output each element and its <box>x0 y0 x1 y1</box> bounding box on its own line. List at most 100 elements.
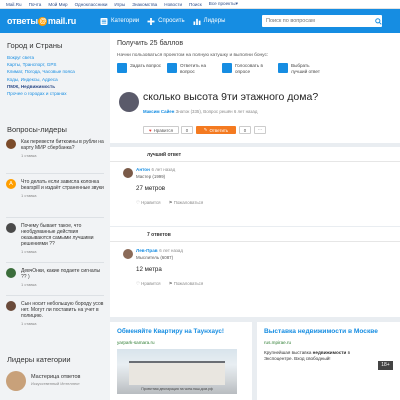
nav-link-search[interactable]: Поиск <box>189 2 202 7</box>
answers-card: 7 ответов Лев-Прав 6 лет назад Мыслитель… <box>110 227 400 317</box>
ad-disclaimer: Проектная декларация на www.наш.дом.рф <box>141 387 213 391</box>
question-card: Получить 25 баллов Начни пользоваться пр… <box>110 33 400 143</box>
nav-link-news[interactable]: Новости <box>164 2 182 7</box>
like-count: 0 <box>181 126 193 134</box>
logo-at-icon: @ <box>38 16 48 26</box>
promo-answer[interactable]: Ответить на вопрос <box>167 63 214 74</box>
author-avatar[interactable] <box>119 92 139 112</box>
ad-title[interactable]: Обменяйте Квартиру на Таунхаус! <box>117 328 224 335</box>
answer-actions: ♡ Нравится ⚑ Пожаловаться <box>136 200 203 206</box>
answer-actions: ♡ Нравится ⚑ Пожаловаться <box>136 281 203 287</box>
complain-link[interactable]: ⚑ Пожаловаться <box>169 281 204 287</box>
ad-url[interactable]: yarpark-samara.ru <box>117 340 155 345</box>
leader-question[interactable]: ДевчОнки, какие подаете сигналы ?? ) 1 ст… <box>6 268 106 287</box>
answer-avatar[interactable] <box>123 249 133 259</box>
answers-header: 7 ответов <box>147 232 171 238</box>
answer-icon <box>167 63 177 73</box>
best-answer-header: лучший ответ <box>147 152 182 158</box>
heart-icon: ♡ <box>136 281 140 286</box>
avatar <box>6 371 26 391</box>
best-answer-card: лучший ответ Антон 6 лет назад Мастер (1… <box>110 147 400 226</box>
heart-icon: ♥ <box>149 127 152 133</box>
nav-link-dating[interactable]: Знакомства <box>132 2 157 7</box>
checkmark-icon <box>278 63 288 73</box>
nav-link-games[interactable]: Игры <box>114 2 125 7</box>
city-links: Вокруг света Карты, Транспорт, GPS Клима… <box>0 54 75 97</box>
avatar <box>6 268 16 278</box>
leader-question[interactable]: Сын носит небольшую бороду усов нет. Мог… <box>6 301 106 326</box>
answer-avatar[interactable] <box>123 168 133 178</box>
complain-link[interactable]: ⚑ Пожаловаться <box>169 200 204 206</box>
divider <box>6 173 104 174</box>
sidebar-link-climate[interactable]: Климат, Погода, Часовые пояса <box>0 68 75 75</box>
header-bar: ответы @ mail.ru Категории Спросить Лидеры <box>0 9 400 33</box>
sidebar: Город и Страны Вокруг света Карты, Транс… <box>0 33 110 400</box>
leaders-button[interactable]: Лидеры <box>193 18 225 25</box>
answer-text: 12 метра <box>136 266 162 273</box>
avatar: А <box>6 179 16 189</box>
ad-url[interactable]: rus.mpirae.ru <box>264 340 291 345</box>
question-icon <box>117 63 127 73</box>
sidebar-link-codes[interactable]: Коды, Индексы, Адреса <box>0 76 75 83</box>
answer-rank: Мастер (1999) <box>136 174 166 179</box>
answer-author[interactable]: Лев-Прав <box>136 248 158 253</box>
main-content: Получить 25 баллов Начни пользоваться пр… <box>110 33 400 400</box>
like-link[interactable]: ♡ Нравится <box>136 200 161 206</box>
avatar <box>6 139 16 149</box>
more-icon: ⋯ <box>257 127 263 132</box>
promo-title: Получить 25 баллов <box>117 40 184 47</box>
promo-vote[interactable]: Голосовать в опросе <box>222 63 269 74</box>
nav-link-all-projects[interactable]: Все проекты▾ <box>209 1 238 7</box>
ad-expo[interactable]: Выставка недвижимости в Москве rus.mpira… <box>257 322 400 400</box>
flag-icon: ⚑ <box>168 200 173 205</box>
divider <box>6 262 104 263</box>
leader-question[interactable]: А Что делать если зависла колонка bearsp… <box>6 179 106 198</box>
like-button[interactable]: ♥ Нравится <box>143 126 179 134</box>
nav-link-mailru[interactable]: Mail.Ru <box>6 2 22 7</box>
leader-question[interactable]: Почему бывает такое, что необдуманные де… <box>6 223 106 254</box>
leader-questions-title: Вопросы-лидеры <box>7 125 67 134</box>
promo-ask[interactable]: Задать вопрос <box>117 63 164 73</box>
like-link[interactable]: ♡ Нравится <box>136 281 161 287</box>
search-button[interactable] <box>372 15 384 27</box>
search-input[interactable] <box>262 15 382 27</box>
more-button[interactable]: ⋯ <box>254 126 266 134</box>
sidebar-link-maps[interactable]: Карты, Транспорт, GPS <box>0 61 75 68</box>
answer-button[interactable]: ✎ Ответить <box>196 126 236 134</box>
chevron-down-icon: ▾ <box>235 1 238 6</box>
sidebar-link-other[interactable]: Прочее о городах и странах <box>0 90 75 97</box>
top-nav: Mail.Ru Почта Мой Мир Одноклассники Игры… <box>0 0 400 9</box>
sidebar-link-around-world[interactable]: Вокруг света <box>0 54 75 61</box>
ad-title[interactable]: Выставка недвижимости в Москве <box>264 328 378 335</box>
nav-link-myworld[interactable]: Мой Мир <box>48 2 67 7</box>
promo-best[interactable]: Выбрать лучший ответ <box>278 63 325 74</box>
ask-button[interactable]: Спросить <box>147 17 185 25</box>
question-author[interactable]: Максим Сайен <box>143 109 174 114</box>
logo[interactable]: ответы @ mail.ru <box>7 16 76 26</box>
sidebar-link-realty[interactable]: ПМЖ, Недвижимость <box>0 83 75 90</box>
city-section-title: Город и Страны <box>7 41 63 50</box>
avatar <box>6 223 16 233</box>
categories-button[interactable]: Категории <box>100 17 139 25</box>
answer-author[interactable]: Антон <box>136 167 150 172</box>
answer-count: 0 <box>239 126 251 134</box>
house-shape <box>129 361 225 385</box>
avatar <box>6 301 16 311</box>
ad-text: Крупнейшая выставка недвижимости в Экспо… <box>264 350 351 361</box>
nav-link-ok[interactable]: Одноклассники <box>75 2 108 7</box>
divider <box>110 241 400 242</box>
nav-link-mail[interactable]: Почта <box>29 2 42 7</box>
flag-icon: ⚑ <box>168 281 173 286</box>
divider <box>110 161 400 162</box>
leaders-category-title: Лидеры категории <box>7 355 71 364</box>
answer-header: Лев-Прав 6 лет назад <box>136 248 183 253</box>
heart-icon: ♡ <box>136 200 140 205</box>
leader-question[interactable]: Как перевести биткоины в рубли на карту … <box>6 139 106 158</box>
category-leader[interactable]: Мастерица ответов Искусственный Интеллект <box>6 371 106 391</box>
ad-image: Проектная декларация на www.наш.дом.рф <box>117 349 237 394</box>
divider <box>6 217 104 218</box>
divider <box>6 295 104 296</box>
answer-header: Антон 6 лет назад <box>136 167 176 172</box>
plus-icon <box>147 17 155 25</box>
ad-townhouse[interactable]: Обменяйте Квартиру на Таунхаус! yarpark-… <box>110 322 252 400</box>
